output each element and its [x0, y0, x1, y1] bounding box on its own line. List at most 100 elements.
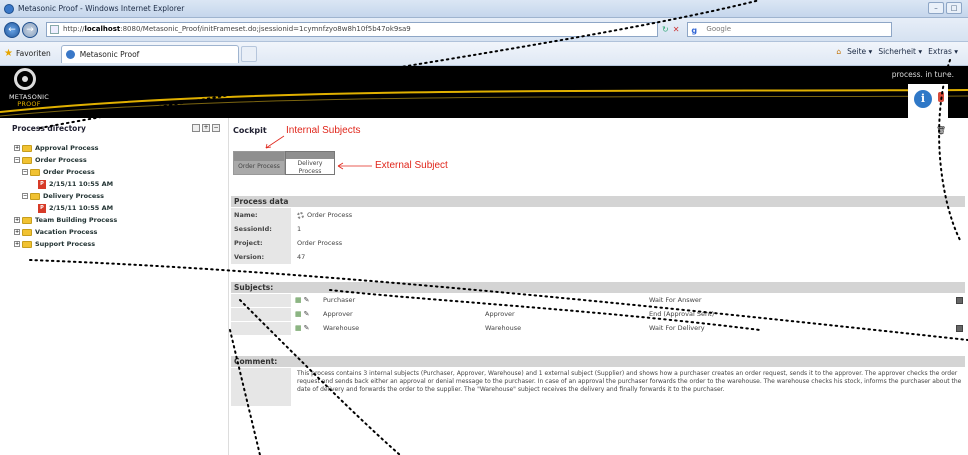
- edit-icon[interactable]: [938, 92, 944, 102]
- collapse-icon[interactable]: −: [22, 193, 28, 199]
- collapse-icon[interactable]: −: [14, 157, 20, 163]
- tree-node[interactable]: + Approval Process: [14, 142, 219, 154]
- row-key: Version:: [231, 250, 291, 264]
- address-field[interactable]: http://localhost:8080/Metasonic_Proof/in…: [46, 22, 658, 37]
- minimize-button[interactable]: –: [928, 2, 944, 14]
- subject-row[interactable]: ▦ ✎ Purchaser Wait For Answer: [231, 294, 965, 307]
- tree-node[interactable]: − Delivery Process: [14, 190, 219, 202]
- row-key: Name:: [231, 208, 291, 222]
- settings-icon[interactable]: [192, 124, 200, 132]
- url-prefix: http://: [63, 25, 85, 33]
- window-titlebar: Metasonic Proof - Windows Internet Explo…: [0, 0, 968, 18]
- process-tree: + Approval Process − Order Process − Order …: [14, 142, 219, 250]
- menu-tools[interactable]: Extras ▾: [928, 47, 958, 56]
- document-icon[interactable]: ✎: [304, 310, 310, 318]
- collapse-all-icon[interactable]: −: [212, 124, 220, 132]
- window-title: Metasonic Proof - Windows Internet Explo…: [18, 4, 185, 13]
- subject-state: End (Approval Sent): [649, 310, 715, 318]
- subject-row[interactable]: ▦ ✎ Approver Approver End (Approval Sent): [231, 308, 965, 321]
- subject-header-bar: [286, 152, 334, 159]
- expand-icon[interactable]: +: [14, 241, 20, 247]
- favorites-bar: ★ Favoriten Metasonic Proof ⌂ Seite ▾ Si…: [0, 42, 968, 66]
- search-input[interactable]: g Google: [687, 22, 893, 37]
- ie-logo-icon: [4, 3, 14, 14]
- url-host: localhost: [84, 25, 121, 33]
- subject-action-icon[interactable]: [956, 325, 963, 332]
- subject-action-icon[interactable]: [956, 297, 963, 304]
- favorites-button[interactable]: Favoriten: [16, 49, 51, 58]
- process-data-row: Project: Order Process: [231, 236, 965, 250]
- row-value: Order Process: [297, 208, 352, 222]
- menu-page[interactable]: Seite ▾: [847, 47, 872, 56]
- process-data-header: Process data: [231, 196, 965, 207]
- internal-subject-box[interactable]: Order Process: [233, 151, 285, 175]
- process-name: Order Process: [307, 211, 353, 219]
- address-toolbar: ← → http://localhost:8080/Metasonic_Proo…: [0, 18, 968, 42]
- info-button[interactable]: i: [914, 90, 932, 108]
- chart-icon[interactable]: ▦: [295, 296, 302, 304]
- app-header: METASONIC PROOF process. in tune. i: [0, 66, 968, 118]
- expand-icon[interactable]: +: [14, 145, 20, 151]
- collapse-icon[interactable]: −: [22, 169, 28, 175]
- info-panel: i: [908, 84, 948, 118]
- folder-icon: [22, 240, 32, 248]
- forward-button[interactable]: →: [22, 21, 38, 38]
- process-data-row: Version: 47: [231, 250, 965, 264]
- comment-text: This process contains 3 internal subject…: [297, 370, 962, 393]
- delete-icon[interactable]: 🗑: [936, 126, 946, 135]
- app-tagline: process. in tune.: [891, 70, 954, 79]
- menu-security[interactable]: Sicherheit ▾: [878, 47, 922, 56]
- folder-icon: [30, 168, 40, 176]
- subject-name: Approver: [323, 310, 353, 318]
- tree-node[interactable]: + Support Process: [14, 238, 219, 250]
- stop-icon[interactable]: ✕: [673, 25, 680, 34]
- gear-icon: [297, 211, 304, 219]
- tree-node-label: Order Process: [43, 168, 95, 176]
- cockpit-panel: Cockpit 🗑 Order Process Delivery Process…: [228, 118, 968, 455]
- row-value: Order Process: [297, 239, 343, 247]
- subject-label: Order Process: [238, 163, 280, 170]
- tree-node[interactable]: + Team Building Process: [14, 214, 219, 226]
- document-icon[interactable]: ✎: [304, 324, 310, 332]
- chart-icon[interactable]: ▦: [295, 324, 302, 332]
- folder-icon: [22, 216, 32, 224]
- comment-header: Comment:: [231, 356, 965, 367]
- tree-node[interactable]: + Vacation Process: [14, 226, 219, 238]
- browser-tab[interactable]: Metasonic Proof: [60, 44, 239, 63]
- header-swoosh-graphic: [0, 89, 968, 117]
- subject-label-line1: Delivery: [297, 160, 323, 167]
- row-value: 1: [297, 225, 302, 233]
- home-icon[interactable]: ⌂: [836, 47, 841, 56]
- external-subject-box[interactable]: Delivery Process: [285, 151, 335, 175]
- tree-node-instance[interactable]: P 2/15/11 10:55 AM: [14, 202, 219, 214]
- tree-node-label: Order Process: [35, 156, 87, 164]
- subject-header-bar: [234, 152, 284, 161]
- page-icon: [50, 25, 59, 34]
- chart-icon[interactable]: ▦: [295, 310, 302, 318]
- back-button[interactable]: ←: [4, 21, 20, 38]
- subject-row[interactable]: ▦ ✎ Warehouse Warehouse Wait For Delivery: [231, 322, 965, 335]
- screenshot-frame: Metasonic Proof - Windows Internet Explo…: [0, 0, 968, 455]
- row-key: [231, 294, 291, 307]
- address-actions: ↻ ✕: [662, 25, 679, 34]
- folder-icon: [30, 192, 40, 200]
- refresh-icon[interactable]: ↻: [662, 25, 669, 34]
- logo-text: METASONIC PROOF: [6, 94, 52, 108]
- process-data-row: SessionId: 1: [231, 222, 965, 236]
- subject-icons: ▦ ✎: [295, 296, 310, 304]
- tree-node-instance[interactable]: P 2/15/11 10:55 AM: [14, 178, 219, 190]
- tree-node[interactable]: − Order Process: [14, 166, 219, 178]
- tree-node[interactable]: − Order Process: [14, 154, 219, 166]
- subject-state: Wait For Delivery: [649, 324, 705, 332]
- expand-all-icon[interactable]: +: [202, 124, 210, 132]
- subjects-header: Subjects:: [231, 282, 965, 293]
- tree-node-label: Team Building Process: [35, 216, 118, 224]
- new-tab-button[interactable]: [240, 45, 257, 62]
- subject-label-line2: Process: [298, 168, 322, 175]
- maximize-button[interactable]: □: [946, 2, 962, 14]
- expand-icon[interactable]: +: [14, 217, 20, 223]
- window-controls: – □: [928, 2, 962, 14]
- document-icon[interactable]: ✎: [304, 296, 310, 304]
- expand-icon[interactable]: +: [14, 229, 20, 235]
- subject-role: Warehouse: [485, 324, 522, 332]
